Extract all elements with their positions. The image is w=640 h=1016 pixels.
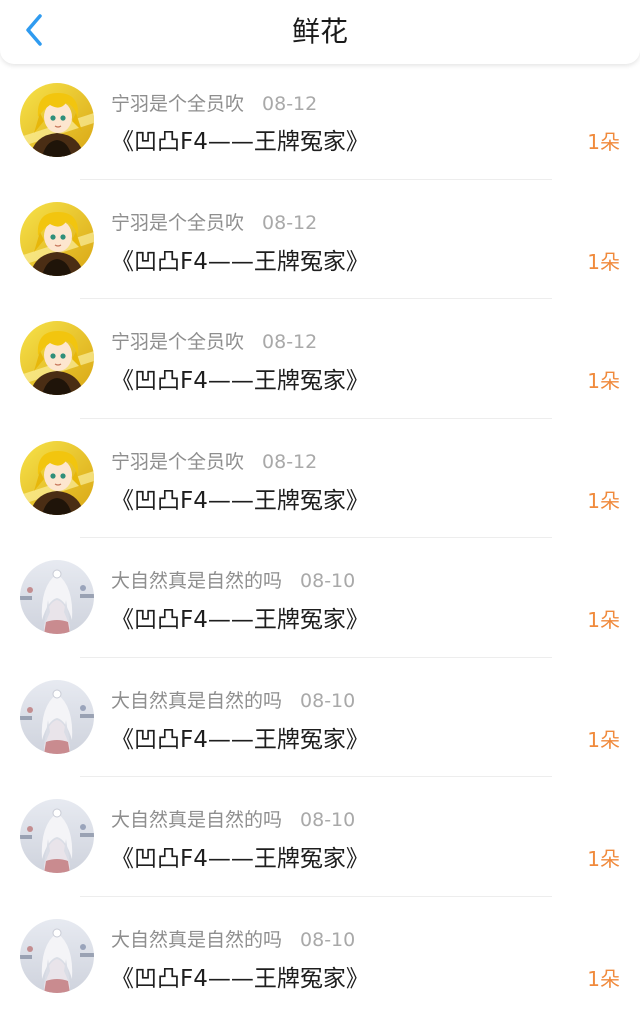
- item-meta: 大自然真是自然的吗 08-10: [111, 925, 355, 952]
- username[interactable]: 宁羽是个全员吹: [111, 93, 244, 115]
- date: 08-10: [300, 690, 355, 712]
- book-title[interactable]: 《凹凸F4——王牌冤家》: [111, 122, 369, 156]
- list-item[interactable]: 宁羽是个全员吹 08-12 《凹凸F4——王牌冤家》 1朵: [0, 64, 640, 180]
- list-item[interactable]: 宁羽是个全员吹 08-12 《凹凸F4——王牌冤家》 1朵: [0, 419, 640, 539]
- date: 08-12: [262, 93, 317, 115]
- flower-count: 1朵: [587, 724, 620, 753]
- avatar[interactable]: [20, 919, 94, 993]
- avatar[interactable]: [20, 202, 94, 276]
- date: 08-10: [300, 929, 355, 951]
- book-title[interactable]: 《凹凸F4——王牌冤家》: [111, 839, 369, 873]
- book-title[interactable]: 《凹凸F4——王牌冤家》: [111, 361, 369, 395]
- username[interactable]: 宁羽是个全员吹: [111, 451, 244, 473]
- flower-count: 1朵: [587, 485, 620, 514]
- item-meta: 宁羽是个全员吹 08-12: [111, 327, 317, 354]
- book-title[interactable]: 《凹凸F4——王牌冤家》: [111, 959, 369, 993]
- book-title[interactable]: 《凹凸F4——王牌冤家》: [111, 600, 369, 634]
- list-item[interactable]: 宁羽是个全员吹 08-12 《凹凸F4——王牌冤家》 1朵: [0, 299, 640, 419]
- item-meta: 大自然真是自然的吗 08-10: [111, 686, 355, 713]
- username[interactable]: 宁羽是个全员吹: [111, 212, 244, 234]
- avatar[interactable]: [20, 680, 94, 754]
- username[interactable]: 大自然真是自然的吗: [111, 809, 282, 831]
- item-meta: 宁羽是个全员吹 08-12: [111, 447, 317, 474]
- book-title[interactable]: 《凹凸F4——王牌冤家》: [111, 720, 369, 754]
- flower-count: 1朵: [587, 963, 620, 992]
- date: 08-10: [300, 809, 355, 831]
- date: 08-12: [262, 212, 317, 234]
- item-meta: 宁羽是个全员吹 08-12: [111, 208, 317, 235]
- avatar[interactable]: [20, 560, 94, 634]
- flower-count: 1朵: [587, 246, 620, 275]
- flower-count: 1朵: [587, 604, 620, 633]
- date: 08-12: [262, 331, 317, 353]
- list-item[interactable]: 大自然真是自然的吗 08-10 《凹凸F4——王牌冤家》 1朵: [0, 777, 640, 897]
- top-navigation-bar: 鲜花: [0, 0, 640, 64]
- avatar[interactable]: [20, 441, 94, 515]
- item-meta: 大自然真是自然的吗 08-10: [111, 805, 355, 832]
- book-title[interactable]: 《凹凸F4——王牌冤家》: [111, 242, 369, 276]
- flower-count: 1朵: [587, 843, 620, 872]
- username[interactable]: 大自然真是自然的吗: [111, 690, 282, 712]
- page-title: 鲜花: [0, 12, 640, 52]
- list-item[interactable]: 大自然真是自然的吗 08-10 《凹凸F4——王牌冤家》 1朵: [0, 658, 640, 778]
- username[interactable]: 大自然真是自然的吗: [111, 570, 282, 592]
- date: 08-10: [300, 570, 355, 592]
- flower-count: 1朵: [587, 126, 620, 155]
- avatar[interactable]: [20, 83, 94, 157]
- item-meta: 大自然真是自然的吗 08-10: [111, 566, 355, 593]
- flower-count: 1朵: [587, 365, 620, 394]
- flower-list: 宁羽是个全员吹 08-12 《凹凸F4——王牌冤家》 1朵 宁羽是个全员吹 08-1…: [0, 64, 640, 1016]
- avatar[interactable]: [20, 799, 94, 873]
- list-item[interactable]: 大自然真是自然的吗 08-10 《凹凸F4——王牌冤家》 1朵: [0, 897, 640, 1016]
- date: 08-12: [262, 451, 317, 473]
- list-item[interactable]: 宁羽是个全员吹 08-12 《凹凸F4——王牌冤家》 1朵: [0, 180, 640, 300]
- username[interactable]: 宁羽是个全员吹: [111, 331, 244, 353]
- avatar[interactable]: [20, 321, 94, 395]
- item-meta: 宁羽是个全员吹 08-12: [111, 89, 317, 116]
- book-title[interactable]: 《凹凸F4——王牌冤家》: [111, 481, 369, 515]
- username[interactable]: 大自然真是自然的吗: [111, 929, 282, 951]
- list-item[interactable]: 大自然真是自然的吗 08-10 《凹凸F4——王牌冤家》 1朵: [0, 538, 640, 658]
